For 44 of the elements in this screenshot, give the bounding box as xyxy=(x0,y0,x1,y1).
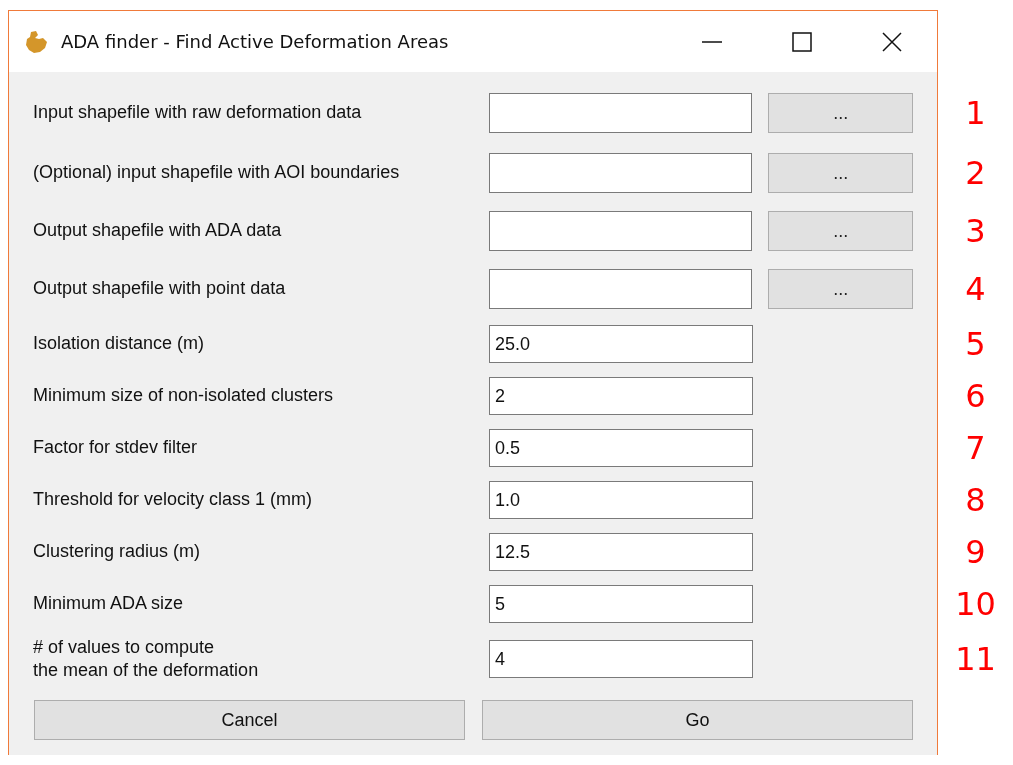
browse-button[interactable]: ... xyxy=(768,269,913,309)
row-number: 2 xyxy=(965,154,986,192)
row-number: 4 xyxy=(965,270,986,308)
text-field[interactable]: 12.5 xyxy=(489,533,753,571)
text-field[interactable] xyxy=(489,93,753,133)
field-label: Factor for stdev filter xyxy=(33,436,199,460)
text-field[interactable] xyxy=(489,269,753,309)
field-label: Minimum size of non-isolated clusters xyxy=(33,384,335,408)
row-number: 7 xyxy=(965,429,986,467)
text-field[interactable]: 5 xyxy=(489,585,753,623)
text-field[interactable]: 2 xyxy=(489,377,753,415)
row-number: 11 xyxy=(955,640,996,678)
close-icon xyxy=(881,30,903,53)
row-number: 5 xyxy=(965,325,986,363)
field-label: Threshold for velocity class 1 (mm) xyxy=(33,488,314,512)
app-icon xyxy=(23,28,49,55)
text-field[interactable]: 1.0 xyxy=(489,481,753,519)
text-field[interactable] xyxy=(489,153,753,193)
browse-button[interactable]: ... xyxy=(768,93,913,133)
row-number: 6 xyxy=(965,377,986,415)
browse-button[interactable]: ... xyxy=(768,211,913,251)
text-field[interactable]: 4 xyxy=(489,640,753,678)
window-title: ADA finder - Find Active Deformation Areas xyxy=(61,31,449,52)
minimize-icon xyxy=(701,40,723,43)
field-label: (Optional) input shapefile with AOI boundaries xyxy=(33,161,401,185)
text-field[interactable] xyxy=(489,211,753,251)
maximize-icon xyxy=(791,30,813,53)
field-label: # of values to compute the mean of the deformation xyxy=(33,635,260,682)
row-number: 8 xyxy=(965,481,986,519)
text-field[interactable]: 0.5 xyxy=(489,429,753,467)
field-label: Output shapefile with ADA data xyxy=(33,219,283,243)
row-number: 10 xyxy=(955,585,996,623)
row-number: 1 xyxy=(965,94,986,132)
text-field[interactable]: 25.0 xyxy=(489,325,753,363)
row-number: 3 xyxy=(965,212,986,250)
field-label: Output shapefile with point data xyxy=(33,277,287,301)
go-button[interactable]: Go xyxy=(482,700,913,740)
field-label: Input shapefile with raw deformation data xyxy=(33,101,363,125)
browse-button[interactable]: ... xyxy=(768,153,913,193)
cancel-button[interactable]: Cancel xyxy=(34,700,465,740)
row-number: 9 xyxy=(965,533,986,571)
field-label: Isolation distance (m) xyxy=(33,332,206,356)
field-label: Minimum ADA size xyxy=(33,592,185,616)
field-label: Clustering radius (m) xyxy=(33,540,202,564)
